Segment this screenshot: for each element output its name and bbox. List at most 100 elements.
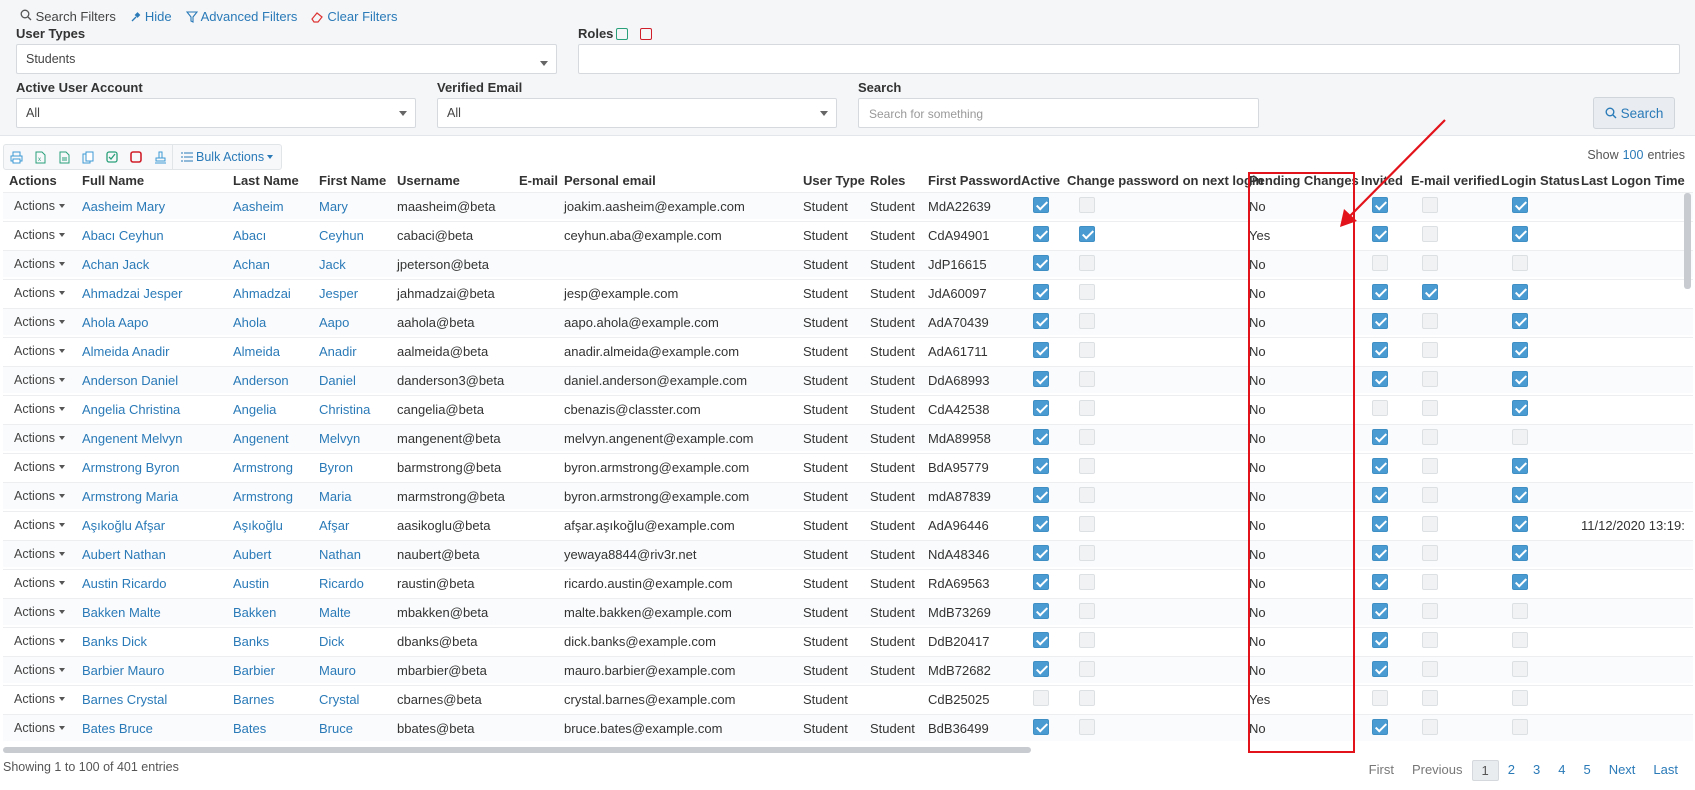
row-actions-dropdown[interactable]: Actions xyxy=(14,199,65,213)
invited-checkbox[interactable] xyxy=(1372,603,1388,619)
select-all-roles-icon[interactable] xyxy=(616,28,628,40)
change-password-checkbox[interactable] xyxy=(1079,603,1095,619)
full-name-link[interactable]: Bakken Malte xyxy=(82,605,161,620)
last-name-link[interactable]: Barbier xyxy=(233,663,275,678)
last-name-link[interactable]: Ahmadzai xyxy=(233,286,291,301)
first-name-link[interactable]: Ricardo xyxy=(319,576,364,591)
stamp-icon[interactable] xyxy=(148,145,172,169)
login-status-checkbox[interactable] xyxy=(1512,574,1528,590)
first-name-link[interactable]: Crystal xyxy=(319,692,359,707)
login-status-checkbox[interactable] xyxy=(1512,400,1528,416)
column-header[interactable]: Actions xyxy=(9,173,57,188)
change-password-checkbox[interactable] xyxy=(1079,255,1095,271)
change-password-checkbox[interactable] xyxy=(1079,661,1095,677)
full-name-link[interactable]: Ahmadzai Jesper xyxy=(82,286,182,301)
email-verified-checkbox[interactable] xyxy=(1422,719,1438,735)
first-name-link[interactable]: Dick xyxy=(319,634,344,649)
row-actions-dropdown[interactable]: Actions xyxy=(14,518,65,532)
active-checkbox[interactable] xyxy=(1033,719,1049,735)
last-name-link[interactable]: Almeida xyxy=(233,344,280,359)
first-name-link[interactable]: Daniel xyxy=(319,373,356,388)
horizontal-scrollbar[interactable] xyxy=(3,747,1031,753)
full-name-link[interactable]: Barbier Mauro xyxy=(82,663,164,678)
previous-page-button[interactable]: Previous xyxy=(1403,760,1472,781)
search-filters-toggle[interactable]: Search Filters xyxy=(20,9,116,24)
full-name-link[interactable]: Aubert Nathan xyxy=(82,547,166,562)
first-name-link[interactable]: Christina xyxy=(319,402,370,417)
active-checkbox[interactable] xyxy=(1033,313,1049,329)
row-actions-dropdown[interactable]: Actions xyxy=(14,257,65,271)
full-name-link[interactable]: Angelia Christina xyxy=(82,402,180,417)
first-name-link[interactable]: Melvyn xyxy=(319,431,360,446)
change-password-checkbox[interactable] xyxy=(1079,487,1095,503)
last-name-link[interactable]: Angenent xyxy=(233,431,289,446)
login-status-checkbox[interactable] xyxy=(1512,429,1528,445)
row-actions-dropdown[interactable]: Actions xyxy=(14,721,65,735)
row-actions-dropdown[interactable]: Actions xyxy=(14,547,65,561)
first-name-link[interactable]: Anadir xyxy=(319,344,357,359)
last-name-link[interactable]: Ahola xyxy=(233,315,266,330)
active-checkbox[interactable] xyxy=(1033,690,1049,706)
active-checkbox[interactable] xyxy=(1033,284,1049,300)
full-name-link[interactable]: Banks Dick xyxy=(82,634,147,649)
full-name-link[interactable]: Almeida Anadir xyxy=(82,344,169,359)
row-actions-dropdown[interactable]: Actions xyxy=(14,663,65,677)
row-actions-dropdown[interactable]: Actions xyxy=(14,576,65,590)
last-name-link[interactable]: Banks xyxy=(233,634,269,649)
column-header[interactable]: Change password on next login xyxy=(1067,173,1263,188)
first-name-link[interactable]: Mauro xyxy=(319,663,356,678)
invited-checkbox[interactable] xyxy=(1372,371,1388,387)
first-name-link[interactable]: Byron xyxy=(319,460,353,475)
advanced-filters-link[interactable]: Advanced Filters xyxy=(185,9,297,24)
login-status-checkbox[interactable] xyxy=(1512,197,1528,213)
invited-checkbox[interactable] xyxy=(1372,690,1388,706)
first-name-link[interactable]: Aapo xyxy=(319,315,349,330)
first-name-link[interactable]: Jesper xyxy=(319,286,358,301)
invited-checkbox[interactable] xyxy=(1372,487,1388,503)
check-all-icon[interactable] xyxy=(100,145,124,169)
invited-checkbox[interactable] xyxy=(1372,313,1388,329)
last-page-button[interactable]: Last xyxy=(1644,760,1687,781)
search-input[interactable]: Search for something xyxy=(858,98,1259,128)
column-header[interactable]: Active xyxy=(1021,173,1060,188)
change-password-checkbox[interactable] xyxy=(1079,226,1095,242)
first-name-link[interactable]: Mary xyxy=(319,199,348,214)
invited-checkbox[interactable] xyxy=(1372,516,1388,532)
email-verified-checkbox[interactable] xyxy=(1422,574,1438,590)
page-3-button[interactable]: 3 xyxy=(1524,760,1549,781)
column-header[interactable]: User Type xyxy=(803,173,865,188)
login-status-checkbox[interactable] xyxy=(1512,487,1528,503)
search-button[interactable]: Search xyxy=(1593,97,1675,129)
full-name-link[interactable]: Angenent Melvyn xyxy=(82,431,182,446)
login-status-checkbox[interactable] xyxy=(1512,284,1528,300)
print-icon[interactable] xyxy=(4,145,28,169)
last-name-link[interactable]: Abacı xyxy=(233,228,266,243)
full-name-link[interactable]: Austin Ricardo xyxy=(82,576,167,591)
column-header[interactable]: Roles xyxy=(870,173,905,188)
login-status-checkbox[interactable] xyxy=(1512,226,1528,242)
email-verified-checkbox[interactable] xyxy=(1422,603,1438,619)
full-name-link[interactable]: Abacı Ceyhun xyxy=(82,228,164,243)
full-name-link[interactable]: Barnes Crystal xyxy=(82,692,167,707)
page-1-button[interactable]: 1 xyxy=(1471,760,1499,781)
login-status-checkbox[interactable] xyxy=(1512,603,1528,619)
login-status-checkbox[interactable] xyxy=(1512,661,1528,677)
page-2-button[interactable]: 2 xyxy=(1499,760,1524,781)
change-password-checkbox[interactable] xyxy=(1079,197,1095,213)
email-verified-checkbox[interactable] xyxy=(1422,516,1438,532)
first-name-link[interactable]: Nathan xyxy=(319,547,361,562)
change-password-checkbox[interactable] xyxy=(1079,400,1095,416)
email-verified-checkbox[interactable] xyxy=(1422,661,1438,677)
row-actions-dropdown[interactable]: Actions xyxy=(14,605,65,619)
active-checkbox[interactable] xyxy=(1033,574,1049,590)
entries-count-select[interactable]: 100 xyxy=(1623,148,1644,162)
invited-checkbox[interactable] xyxy=(1372,661,1388,677)
email-verified-checkbox[interactable] xyxy=(1422,371,1438,387)
change-password-checkbox[interactable] xyxy=(1079,371,1095,387)
last-name-link[interactable]: Angelia xyxy=(233,402,276,417)
active-checkbox[interactable] xyxy=(1033,371,1049,387)
login-status-checkbox[interactable] xyxy=(1512,371,1528,387)
login-status-checkbox[interactable] xyxy=(1512,458,1528,474)
email-verified-checkbox[interactable] xyxy=(1422,284,1438,300)
active-checkbox[interactable] xyxy=(1033,255,1049,271)
